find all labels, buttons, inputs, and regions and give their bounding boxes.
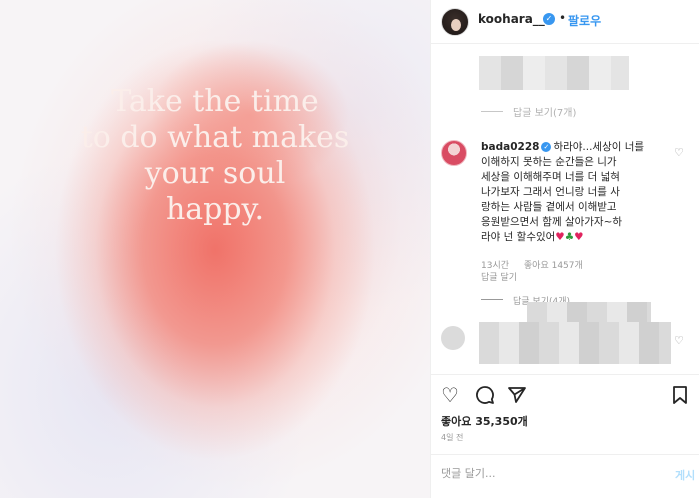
verified-badge-icon: ✓ [543, 13, 555, 25]
post-time[interactable]: 4일 전 [441, 432, 463, 443]
quote-line: to do what makes [80, 120, 350, 155]
quote-line: Take the time [111, 84, 319, 119]
comment-text-line: 라야 넌 할수있어 [481, 231, 556, 243]
separator-dot: • [559, 11, 567, 25]
heart-icon[interactable]: ♡ [441, 385, 459, 405]
replies-divider [481, 299, 503, 300]
blurred-comment [479, 56, 629, 90]
avatar[interactable] [441, 8, 469, 36]
quote-text: Take the time to do what makes your soul… [0, 84, 430, 228]
comment-text-line: 세상을 이해해주며 너를 더 넓혀 [481, 171, 620, 183]
comment-icon[interactable] [475, 385, 495, 408]
commenter-avatar[interactable] [441, 140, 467, 166]
author-username[interactable]: koohara__ [478, 12, 545, 26]
share-icon[interactable] [507, 385, 527, 408]
post-image[interactable]: Take the time to do what makes your soul… [0, 0, 430, 498]
clover-icon: ♣ [564, 231, 575, 243]
comment-text-line: 하라야...세상이 너를 [553, 141, 645, 153]
post-comment-button[interactable]: 게시 [675, 467, 695, 483]
blurred-comment [479, 322, 671, 364]
view-replies-faded[interactable]: 답글 보기(7개) [513, 104, 576, 119]
comment-input[interactable] [441, 467, 671, 480]
faded-divider [481, 111, 503, 112]
quote-line: your soul [144, 156, 286, 191]
commenter-username[interactable]: bada0228 [481, 141, 539, 153]
post-header: koohara__ ✓ • 팔로우 [431, 0, 699, 44]
comment-text-line: 이해하지 못하는 순간들은 니가 [481, 156, 617, 168]
bookmark-icon[interactable] [671, 385, 689, 408]
post-side-panel: koohara__ ✓ • 팔로우 답글 보기(7개) bada0228 ✓ 하라야… [431, 0, 699, 498]
red-heart-icon: ♥ [574, 231, 584, 243]
post-likes[interactable]: 좋아요 35,350개 [441, 413, 528, 429]
red-heart-icon: ♥ [555, 231, 565, 243]
reply-button[interactable]: 답글 달기 [481, 270, 517, 283]
blurred-avatar [441, 326, 465, 350]
comment-likes[interactable]: 좋아요 1457개 [524, 261, 583, 271]
verified-badge-icon: ✓ [541, 142, 552, 152]
quote-line: happy. [165, 192, 265, 227]
comment-box: 게시 [431, 454, 699, 498]
comment-text-line: 나가보자 그래서 언니랑 너를 사 [481, 186, 620, 198]
comment-body: bada0228 ✓ 하라야...세상이 너를 이해하지 못하는 순간들은 니가 세… [481, 140, 671, 245]
comment-text-line: 랑하는 사람들 곁에서 이해받고 [481, 201, 617, 213]
comment-text-line: 응원받으면서 함께 살아가자~하 [481, 216, 623, 228]
comment-like-heart-icon[interactable]: ♡ [674, 146, 684, 159]
follow-button[interactable]: 팔로우 [568, 12, 601, 29]
comment-like-heart-icon[interactable]: ♡ [674, 334, 684, 347]
